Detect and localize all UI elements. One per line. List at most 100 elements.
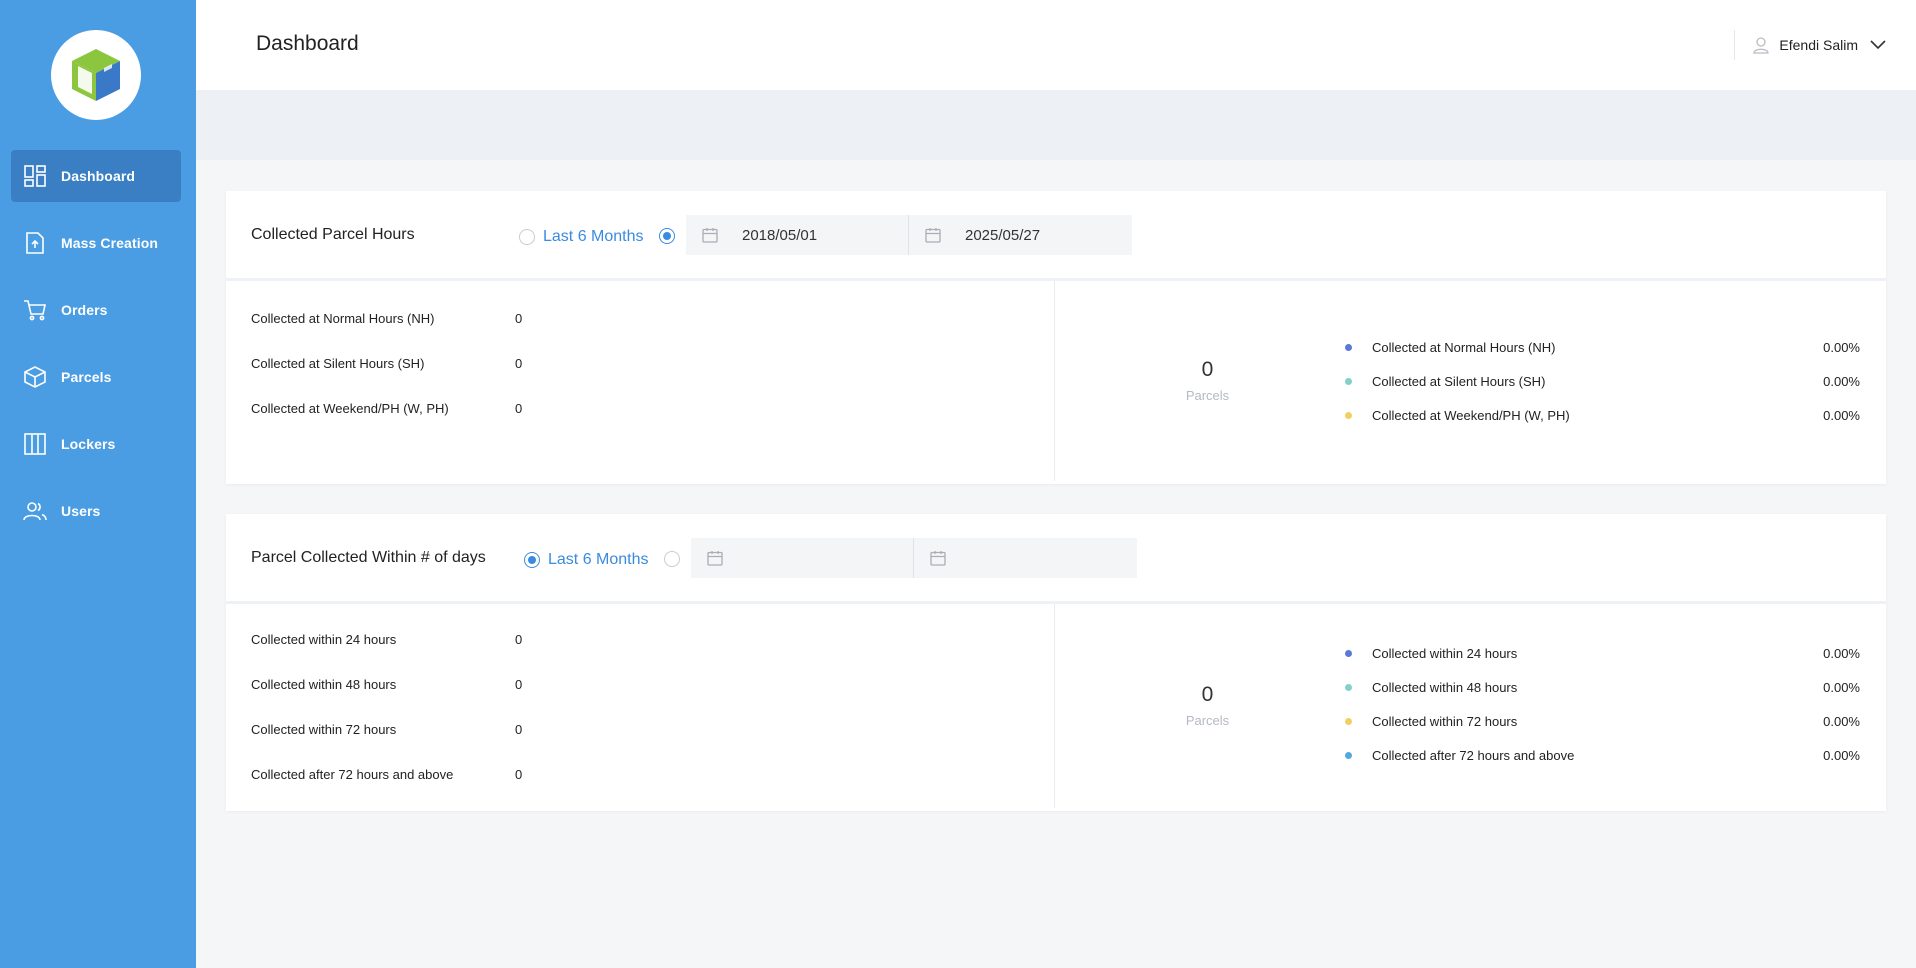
sidebar-item-mass-creation[interactable]: Mass Creation — [11, 217, 181, 269]
legend-percent: 0.00% — [1823, 374, 1860, 389]
dashboard-icon — [23, 164, 47, 188]
legend-item: Collected at Normal Hours (NH) 0.00% — [1345, 340, 1860, 355]
last-6-months-label[interactable]: Last 6 Months — [543, 228, 644, 246]
sidebar-item-label: Lockers — [61, 436, 116, 452]
legend-dot — [1345, 718, 1352, 725]
stat-value: 0 — [515, 356, 523, 371]
sidebar-nav: Dashboard Mass Creation Orders Parcels L… — [11, 150, 181, 552]
card-body: Collected at Normal Hours (NH) 0 Collect… — [226, 281, 1886, 481]
stat-label: Collected at Weekend/PH (W, PH) — [251, 401, 449, 416]
sidebar-item-label: Mass Creation — [61, 235, 158, 251]
sidebar-item-label: Users — [61, 503, 101, 519]
date-to-value: 2025/05/27 — [965, 226, 1041, 244]
parcel-collected-within-days-card: Parcel Collected Within # of days Last 6… — [226, 514, 1886, 811]
user-name: Efendi Salim — [1779, 37, 1858, 53]
legend-label: Collected at Silent Hours (SH) — [1372, 374, 1546, 389]
last-6-months-option[interactable]: Last 6 Months — [524, 551, 649, 569]
legend-dot — [1345, 684, 1352, 691]
stat-label: Collected within 72 hours — [251, 722, 397, 737]
stat-value: 0 — [515, 677, 523, 692]
summary-panel: 0 Parcels Collected within 24 hours 0.00… — [1055, 604, 1886, 808]
sidebar-item-label: Parcels — [61, 369, 112, 385]
cube-logo-icon — [72, 49, 120, 101]
legend-dot — [1345, 344, 1352, 351]
date-range-radio[interactable] — [659, 228, 675, 244]
legend-item: Collected at Weekend/PH (W, PH) 0.00% — [1345, 408, 1860, 423]
user-menu[interactable]: Efendi Salim — [1734, 30, 1886, 60]
card-body: Collected within 24 hours 0 Collected wi… — [226, 604, 1886, 808]
date-range-radio[interactable] — [664, 551, 680, 567]
date-from-value: 2018/05/01 — [742, 226, 818, 244]
legend-percent: 0.00% — [1823, 714, 1860, 729]
stats-list: Collected at Normal Hours (NH) 0 Collect… — [226, 281, 1055, 481]
sidebar-item-orders[interactable]: Orders — [11, 284, 181, 336]
total-count: 0 — [1201, 358, 1214, 381]
total-parcels: 0 Parcels — [1055, 358, 1360, 403]
stat-label: Collected within 24 hours — [251, 632, 397, 647]
legend-label: Collected at Normal Hours (NH) — [1372, 340, 1556, 355]
legend-dot — [1345, 412, 1352, 419]
top-header: Dashboard Efendi Salim — [196, 0, 1916, 90]
legend-percent: 0.00% — [1823, 340, 1860, 355]
collected-parcel-hours-card: Collected Parcel Hours Last 6 Months 201… — [226, 191, 1886, 484]
calendar-icon — [707, 551, 723, 566]
last-6-months-option[interactable]: Last 6 Months — [519, 228, 644, 246]
stats-list: Collected within 24 hours 0 Collected wi… — [226, 604, 1055, 808]
last-6-months-radio[interactable] — [524, 552, 540, 568]
calendar-icon — [925, 228, 941, 243]
stat-value: 0 — [515, 311, 523, 326]
stat-value: 0 — [515, 722, 523, 737]
legend-dot — [1345, 378, 1352, 385]
date-range-option[interactable] — [664, 551, 680, 572]
box-icon — [23, 365, 47, 389]
sidebar-item-lockers[interactable]: Lockers — [11, 418, 181, 470]
last-6-months-radio[interactable] — [519, 229, 535, 245]
legend-percent: 0.00% — [1823, 408, 1860, 423]
stat-value: 0 — [515, 401, 523, 416]
sidebar-item-parcels[interactable]: Parcels — [11, 351, 181, 403]
stat-label: Collected at Silent Hours (SH) — [251, 356, 425, 371]
sidebar-item-label: Orders — [61, 302, 108, 318]
date-to-input[interactable] — [914, 538, 1137, 578]
legend-label: Collected at Weekend/PH (W, PH) — [1372, 408, 1570, 423]
legend-label: Collected within 48 hours — [1372, 680, 1518, 695]
date-range-option[interactable] — [659, 228, 675, 249]
card-title: Collected Parcel Hours — [251, 225, 415, 243]
total-parcels: 0 Parcels — [1055, 683, 1360, 728]
stat-value: 0 — [515, 632, 523, 647]
card-title: Parcel Collected Within # of days — [251, 548, 486, 566]
legend-item: Collected within 72 hours 0.00% — [1345, 714, 1860, 729]
stat-value: 0 — [515, 767, 523, 782]
card-header: Parcel Collected Within # of days Last 6… — [226, 514, 1886, 604]
legend-percent: 0.00% — [1823, 680, 1860, 695]
chevron-down-icon[interactable] — [1870, 40, 1886, 50]
user-icon — [1753, 36, 1770, 54]
sidebar-item-users[interactable]: Users — [11, 485, 181, 537]
sidebar: Dashboard Mass Creation Orders Parcels L… — [0, 0, 196, 968]
sidebar-item-dashboard[interactable]: Dashboard — [11, 150, 181, 202]
total-unit: Parcels — [1185, 713, 1230, 728]
date-to-input[interactable]: 2025/05/27 — [909, 215, 1132, 255]
stat-label: Collected at Normal Hours (NH) — [251, 311, 435, 326]
users-icon — [23, 499, 47, 523]
card-header: Collected Parcel Hours Last 6 Months 201… — [226, 191, 1886, 281]
app-logo[interactable] — [51, 30, 141, 120]
legend-dot — [1345, 650, 1352, 657]
date-from-input[interactable]: 2018/05/01 — [686, 215, 908, 255]
legend-item: Collected at Silent Hours (SH) 0.00% — [1345, 374, 1860, 389]
calendar-icon — [930, 551, 946, 566]
total-count: 0 — [1201, 683, 1214, 706]
legend-percent: 0.00% — [1823, 646, 1860, 661]
locker-icon — [23, 432, 47, 456]
legend-dot — [1345, 752, 1352, 759]
calendar-icon — [702, 228, 718, 243]
summary-panel: 0 Parcels Collected at Normal Hours (NH)… — [1055, 281, 1886, 481]
legend-label: Collected after 72 hours and above — [1372, 748, 1575, 763]
stat-label: Collected within 48 hours — [251, 677, 397, 692]
last-6-months-label[interactable]: Last 6 Months — [548, 551, 649, 569]
legend-label: Collected within 24 hours — [1372, 646, 1518, 661]
total-unit: Parcels — [1185, 388, 1230, 403]
cart-icon — [23, 298, 47, 322]
date-from-input[interactable] — [691, 538, 913, 578]
page-title: Dashboard — [256, 32, 359, 55]
